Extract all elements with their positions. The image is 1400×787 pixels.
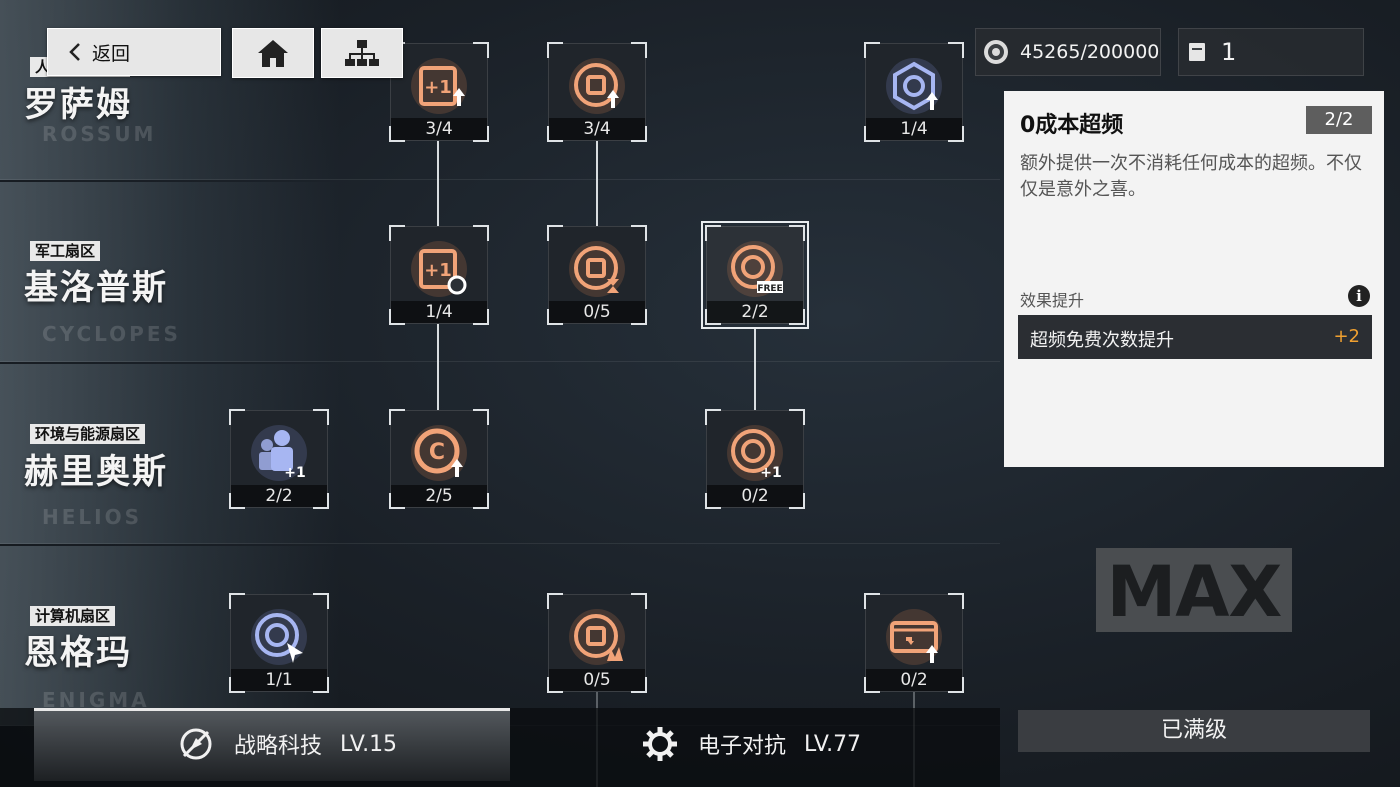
tab-strategy-tech[interactable]: 战略科技 LV.15 xyxy=(176,724,397,764)
detail-description: 额外提供一次不消耗任何成本的超频。不仅仅是意外之喜。 xyxy=(1020,153,1362,200)
tech-node[interactable]: 0/2 xyxy=(864,593,964,693)
tree-view-button[interactable] xyxy=(321,28,403,78)
node-progress: 2/2 xyxy=(707,301,803,323)
node-progress: 0/2 xyxy=(707,485,803,507)
connector-line xyxy=(596,140,598,226)
squad-plus-icon: +1 xyxy=(251,425,307,481)
tech-node[interactable]: +1 1/4 xyxy=(389,225,489,325)
node-progress: 0/2 xyxy=(866,669,962,691)
item-count-display: 1 xyxy=(1178,28,1364,76)
region-band-enigma xyxy=(0,546,1000,726)
detail-title: 0成本超频 xyxy=(1020,113,1124,138)
tab-label: 战略科技 xyxy=(234,734,323,759)
gauge-cursor-icon xyxy=(251,609,307,665)
svg-text:+1: +1 xyxy=(424,260,452,281)
back-label: 返回 xyxy=(92,42,131,65)
max-level-indicator: MAX xyxy=(1096,548,1292,633)
tech-node[interactable]: 0/5 xyxy=(547,593,647,693)
node-progress: 0/5 xyxy=(549,301,645,323)
tech-node[interactable]: 0/5 xyxy=(547,225,647,325)
detail-level-badge: 2/2 xyxy=(1306,106,1372,134)
region-en-label: HELIOS xyxy=(42,505,142,529)
item-count: 1 xyxy=(1221,38,1237,66)
region-name: 罗萨姆 xyxy=(24,85,132,125)
plus-one-cost-icon: +1 xyxy=(411,241,467,297)
region-en-label: ROSSUM xyxy=(42,122,157,146)
connector-line xyxy=(754,328,756,410)
node-progress: 0/5 xyxy=(549,669,645,691)
maxed-status-button: 已满级 xyxy=(1018,710,1370,752)
tab-label: 电子对抗 xyxy=(698,734,787,759)
info-icon[interactable]: i xyxy=(1348,285,1370,307)
detail-panel: 0成本超频 2/2 额外提供一次不消耗任何成本的超频。不仅仅是意外之喜。 效果提… xyxy=(1004,91,1384,467)
node-progress: 3/4 xyxy=(391,118,487,140)
tech-node[interactable]: 3/4 xyxy=(547,42,647,142)
tech-node-selected[interactable]: FREE 2/2 xyxy=(701,221,809,329)
cost-up-icon: C xyxy=(411,425,467,481)
region-tag: 环境与能源扇区 xyxy=(30,424,146,444)
svg-text:+1: +1 xyxy=(760,465,781,481)
hierarchy-icon xyxy=(345,40,379,66)
svg-text:+1: +1 xyxy=(284,465,305,481)
document-icon xyxy=(1189,43,1205,61)
core-timer-icon xyxy=(569,241,625,297)
effect-header: 效果提升 xyxy=(1020,291,1085,310)
home-icon xyxy=(258,40,288,67)
tech-node[interactable]: C 2/5 xyxy=(389,409,489,509)
region-name: 恩格玛 xyxy=(24,633,132,673)
coin-icon xyxy=(984,40,1008,64)
region-name: 基洛普斯 xyxy=(24,268,168,308)
free-badge: FREE xyxy=(757,284,782,294)
tab-electronic-warfare[interactable]: 电子对抗 LV.77 xyxy=(640,724,861,764)
svg-text:C: C xyxy=(429,440,445,465)
svg-text:+1: +1 xyxy=(424,77,452,98)
node-progress: 1/4 xyxy=(866,118,962,140)
node-progress: 2/2 xyxy=(231,485,327,507)
core-burst-icon xyxy=(569,609,625,665)
tech-node[interactable]: 1/4 xyxy=(864,42,964,142)
free-overclock-icon: FREE xyxy=(727,241,783,297)
home-button[interactable] xyxy=(232,28,314,78)
tech-node[interactable]: +1 0/2 xyxy=(705,409,805,509)
overclock-plus-icon: +1 xyxy=(727,425,783,481)
region-tag: 军工扇区 xyxy=(30,241,101,261)
region-tag: 计算机扇区 xyxy=(30,606,116,626)
node-progress: 2/5 xyxy=(391,485,487,507)
region-name: 赫里奥斯 xyxy=(24,452,168,492)
node-progress: 1/1 xyxy=(231,669,327,691)
effect-label: 超频免费次数提升 xyxy=(1030,330,1174,351)
currency-display: 45265/200000 xyxy=(975,28,1161,76)
region-band-rossum xyxy=(0,0,1000,180)
region-en-label: CYCLOPES xyxy=(42,322,181,346)
connector-line xyxy=(437,140,439,226)
back-button[interactable]: 返回 xyxy=(47,28,221,76)
node-progress: 3/4 xyxy=(549,118,645,140)
shield-upgrade-icon xyxy=(886,58,942,114)
tab-level: LV.77 xyxy=(804,731,862,757)
node-progress: 1/4 xyxy=(391,301,487,323)
connector-line xyxy=(437,324,439,410)
tech-tree-screen: ROSSUM 人工智能扇区 罗萨姆 CYCLOPES 军工扇区 基洛普斯 HEL… xyxy=(0,0,1400,787)
tech-node[interactable]: 1/1 xyxy=(229,593,329,693)
gear-icon xyxy=(643,727,677,761)
plus-one-upgrade-icon: +1 xyxy=(411,58,467,114)
compass-icon xyxy=(180,728,212,760)
effect-value: +2 xyxy=(1333,326,1360,347)
effect-row: 超频免费次数提升 +2 xyxy=(1018,315,1372,359)
core-upgrade-icon xyxy=(569,58,625,114)
chevron-left-icon xyxy=(69,43,80,61)
tab-level: LV.15 xyxy=(340,731,398,757)
tech-node[interactable]: +1 3/4 xyxy=(389,42,489,142)
currency-amount: 45265/200000 xyxy=(1020,41,1160,63)
card-upgrade-icon xyxy=(886,609,942,665)
tech-node[interactable]: +1 2/2 xyxy=(229,409,329,509)
